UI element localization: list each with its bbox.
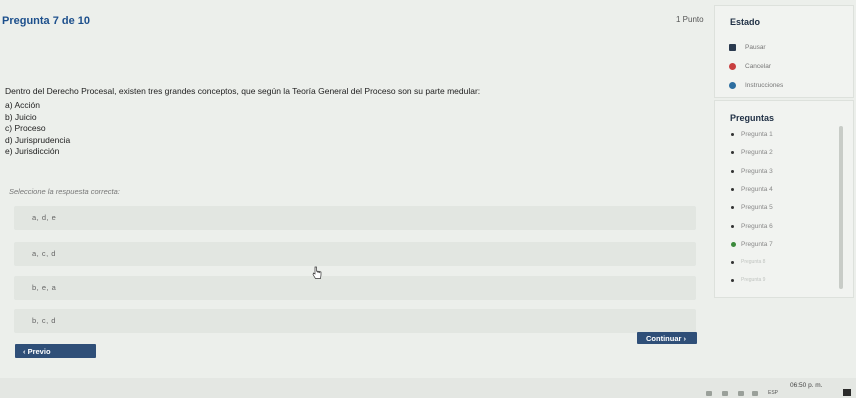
answer-label: a, c, d xyxy=(32,249,56,258)
continue-label: Continuar xyxy=(646,334,682,343)
bullet-icon xyxy=(731,279,734,283)
continue-button[interactable]: Continuar › xyxy=(637,332,697,344)
question-nav-item[interactable]: Pregunta 8 xyxy=(741,259,765,265)
question-nav-item[interactable]: Pregunta 2 xyxy=(741,149,773,156)
preguntas-title: Preguntas xyxy=(730,113,775,123)
question-counter: Pregunta 7 de 10 xyxy=(2,15,91,27)
concept-item: a) Acción xyxy=(5,100,40,110)
previous-button[interactable]: ‹ Previo xyxy=(15,344,96,358)
tray-icon[interactable] xyxy=(706,391,712,396)
instructions-label: Instrucciones xyxy=(745,82,784,89)
pause-label: Pausar xyxy=(745,44,766,51)
answer-option-4[interactable]: b, c, d xyxy=(14,309,696,333)
quiz-main: Pregunta 7 de 10 1 Punto Dentro del Dere… xyxy=(0,0,712,378)
cancel-label: Cancelar xyxy=(745,63,772,70)
answer-option-2[interactable]: a, c, d xyxy=(14,242,696,266)
answer-label: b, e, a xyxy=(32,283,57,292)
notification-icon[interactable] xyxy=(843,389,851,396)
chevron-right-icon: › xyxy=(683,334,687,343)
pause-icon xyxy=(729,44,736,51)
bullet-icon xyxy=(731,151,734,155)
info-icon xyxy=(729,82,736,89)
answer-label: b, c, d xyxy=(32,316,56,325)
question-nav-item[interactable]: Pregunta 1 xyxy=(741,131,773,138)
concept-item: b) Juicio xyxy=(5,111,37,122)
answer-instruction: Seleccione la respuesta correcta: xyxy=(9,187,120,196)
tray-icon[interactable] xyxy=(722,391,728,396)
bullet-icon xyxy=(731,169,734,173)
question-nav-item[interactable]: Pregunta 7 xyxy=(741,241,773,248)
answer-option-3[interactable]: b, e, a xyxy=(14,276,696,300)
bullet-icon xyxy=(731,224,734,228)
tray-icon[interactable] xyxy=(752,391,758,396)
question-points: 1 Punto xyxy=(676,15,704,24)
question-nav-item[interactable]: Pregunta 4 xyxy=(741,186,773,193)
question-nav-item[interactable]: Pregunta 6 xyxy=(741,223,773,230)
question-nav-item[interactable]: Pregunta 3 xyxy=(741,168,773,175)
question-nav-item[interactable]: Pregunta 9 xyxy=(741,277,765,283)
answer-label: a, d, e xyxy=(32,213,57,222)
bullet-icon xyxy=(731,133,734,136)
scrollbar[interactable] xyxy=(839,126,843,289)
previous-label: Previo xyxy=(27,347,51,356)
language-indicator[interactable]: ESP xyxy=(768,390,778,396)
hand-cursor-icon xyxy=(312,266,322,279)
sidebar: Estado Pausar Cancelar Instrucciones Pre… xyxy=(714,0,856,378)
concept-item: d) Jurisprudencia xyxy=(5,134,71,145)
question-nav-item[interactable]: Pregunta 5 xyxy=(741,204,773,211)
concept-list: a) Acción b) Juicio c) Proceso d) Jurisp… xyxy=(5,100,70,158)
clock[interactable]: 06:50 p. m. xyxy=(790,382,823,389)
question-text: Dentro del Derecho Procesal, existen tre… xyxy=(5,86,481,96)
current-question-icon xyxy=(731,241,736,247)
bullet-icon xyxy=(731,206,734,210)
tray-icon[interactable] xyxy=(738,391,744,396)
estado-panel: Estado Pausar Cancelar Instrucciones xyxy=(714,5,854,98)
answer-option-1[interactable]: a, d, e xyxy=(14,206,696,230)
concept-item: e) Jurisdicción xyxy=(5,146,60,156)
preguntas-panel: Preguntas Pregunta 1 Pregunta 2 Pregunta 3… xyxy=(714,100,854,298)
concept-item: c) Proceso xyxy=(5,123,46,133)
estado-title: Estado xyxy=(730,17,761,27)
bullet-icon xyxy=(731,187,734,191)
cancel-icon xyxy=(729,63,736,70)
bullet-icon xyxy=(731,261,734,265)
